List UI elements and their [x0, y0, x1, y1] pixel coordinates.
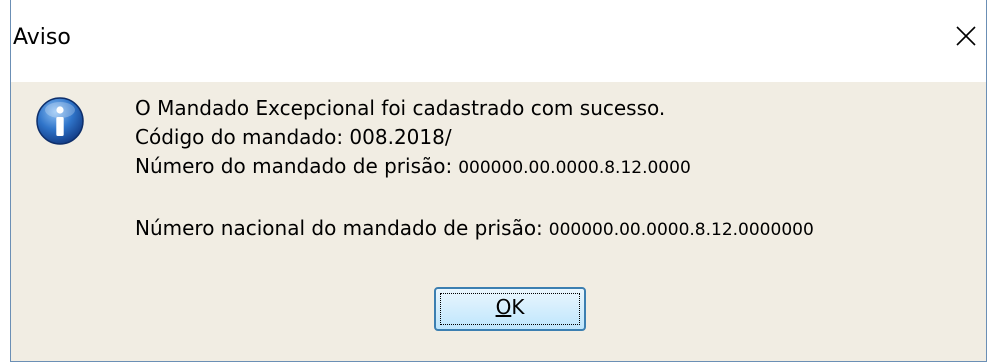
ok-button[interactable]: OK — [434, 287, 586, 331]
ok-button-label: OK — [436, 295, 584, 319]
warrant-number-value: 000000.00.0000.8.12.0000 — [458, 158, 691, 178]
national-warrant-number-label: Número nacional do mandado de prisão: — [135, 216, 543, 240]
dialog-window: Aviso O Mandado Excepcional foi cadastra… — [10, 0, 987, 362]
message-warrant-number: Número do mandado de prisão: 000000.00.00… — [135, 154, 691, 178]
title-bar: Aviso — [11, 0, 986, 82]
info-icon — [36, 97, 84, 145]
dialog-content: O Mandado Excepcional foi cadastrado com… — [11, 82, 986, 361]
ok-mnemonic: O — [495, 295, 512, 319]
warrant-number-label: Número do mandado de prisão: — [135, 154, 453, 178]
ok-label-rest: K — [511, 295, 525, 319]
message-success: O Mandado Excepcional foi cadastrado com… — [135, 96, 666, 120]
national-warrant-number-value: 000000.00.0000.8.12.0000000 — [548, 220, 814, 240]
close-icon — [956, 26, 976, 46]
message-national-warrant-number: Número nacional do mandado de prisão: 000… — [135, 216, 814, 240]
close-button[interactable] — [950, 20, 982, 52]
message-warrant-code: Código do mandado: 008.2018/ — [135, 125, 452, 149]
dialog-title: Aviso — [13, 25, 71, 50]
